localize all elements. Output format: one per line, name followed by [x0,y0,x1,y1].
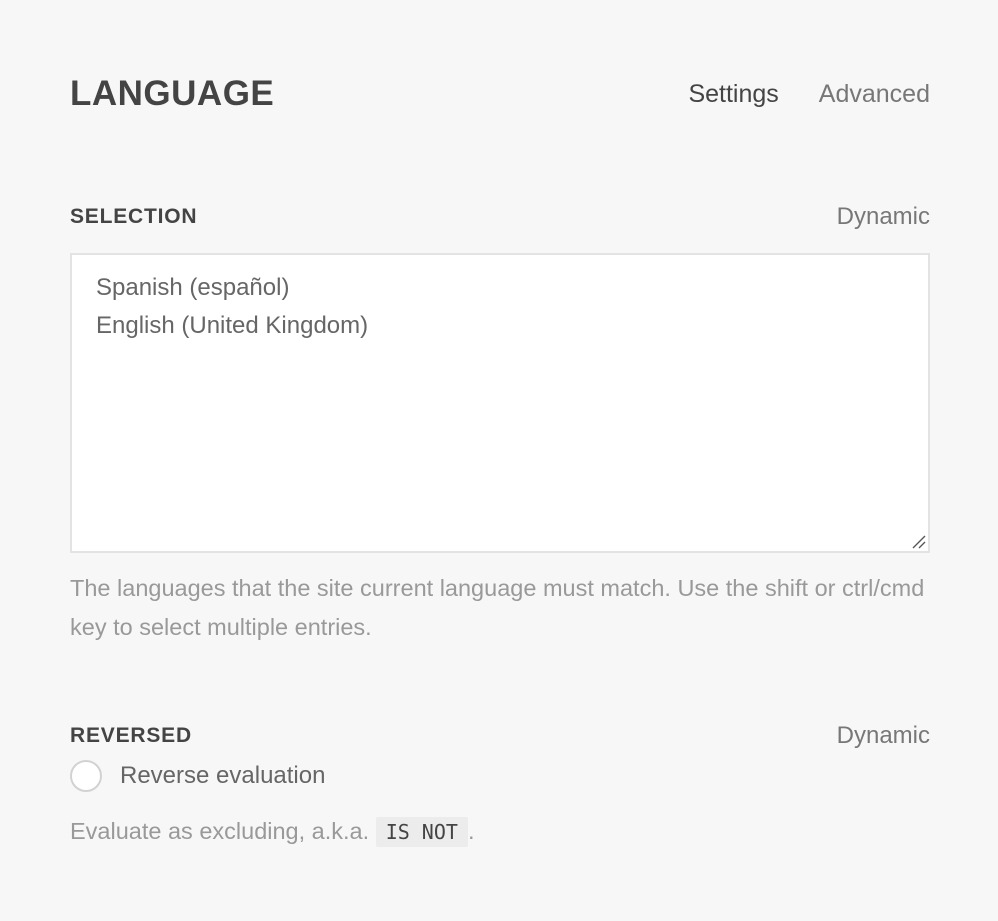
is-not-code: IS NOT [375,817,468,847]
language-option-spanish[interactable]: Spanish (español) [96,269,904,307]
panel-header: LANGUAGE Settings Advanced [70,72,930,116]
resize-handle-icon[interactable] [910,533,926,549]
reversed-help-text: Evaluate as excluding, a.k.a. IS NOT. [70,812,930,852]
reverse-evaluation-label: Reverse evaluation [120,762,326,789]
language-option-english-uk[interactable]: English (United Kingdom) [96,307,904,345]
page-title: LANGUAGE [70,74,275,113]
reverse-evaluation-radio[interactable] [70,760,102,792]
reversed-help-prefix: Evaluate as excluding, a.k.a. [70,818,370,844]
reversed-label: REVERSED [70,724,192,747]
reversed-field-header: REVERSED Dynamic [70,721,930,751]
tab-settings[interactable]: Settings [688,72,778,116]
selection-label: SELECTION [70,205,198,228]
tab-advanced[interactable]: Advanced [819,72,930,116]
reversed-dynamic-button[interactable]: Dynamic [837,721,930,751]
selection-dynamic-button[interactable]: Dynamic [837,202,930,232]
selection-field-header: SELECTION Dynamic [70,202,930,232]
language-multiselect[interactable]: Spanish (español) English (United Kingdo… [70,253,930,553]
selection-help-text: The languages that the site current lang… [70,575,925,640]
reverse-evaluation-toggle[interactable]: Reverse evaluation [70,757,325,795]
panel-tabs: Settings Advanced [688,72,930,116]
reversed-help-suffix: . [467,818,475,844]
